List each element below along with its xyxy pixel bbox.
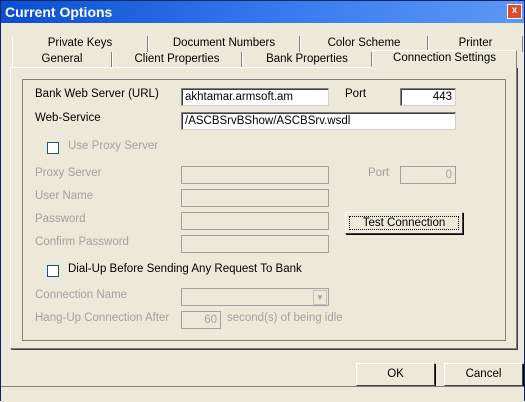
hangup-label: Hang-Up Connection After [35,312,170,324]
tab-bank-properties[interactable]: Bank Properties [242,52,372,68]
tab-general[interactable]: General [12,52,112,68]
password-label: Password [35,213,86,225]
tab-private-keys[interactable]: Private Keys [12,36,148,52]
title-bar[interactable]: Current Options x [1,1,524,23]
proxy-port-input: 0 [400,166,456,184]
connection-name-dropdown: ▼ [181,288,329,306]
tab-client-properties[interactable]: Client Properties [112,52,242,68]
web-service-input[interactable]: /ASCBSrvBShow/ASCBSrv.wsdl [181,112,456,130]
close-icon[interactable]: x [507,4,522,19]
options-window: Current Options x Private Keys Document … [0,0,525,402]
use-proxy-label: Use Proxy Server [68,140,159,152]
tab-panel: Bank Web Server (URL) akhtamar.armsoft.a… [10,67,517,349]
user-name-label: User Name [35,190,94,202]
confirm-password-input [181,235,329,253]
password-input [181,212,329,230]
bank-web-server-label: Bank Web Server (URL) [35,88,159,100]
use-proxy-checkbox[interactable] [47,142,59,154]
port-label: Port [345,88,367,100]
proxy-server-label: Proxy Server [35,167,102,179]
settings-group: Bank Web Server (URL) akhtamar.armsoft.a… [22,79,506,341]
confirm-password-label: Confirm Password [35,236,129,248]
ok-button[interactable]: OK [356,363,435,386]
test-connection-button[interactable]: Test Connection [345,212,463,234]
bank-web-server-input[interactable]: akhtamar.armsoft.am [181,88,329,106]
tab-document-numbers[interactable]: Document Numbers [148,36,300,52]
status-bar [1,386,524,402]
tab-row-front: General Client Properties Bank Propertie… [12,50,517,69]
focus-rect [349,216,459,230]
proxy-port-label: Port [368,167,390,179]
hangup-suffix-label: second(s) of being idle [227,312,343,324]
chevron-down-icon: ▼ [313,290,327,305]
tab-connection-settings[interactable]: Connection Settings [372,50,517,69]
hangup-seconds-input: 60 [181,311,221,329]
proxy-server-input [181,166,329,184]
cancel-button[interactable]: Cancel [444,363,523,386]
connection-name-label: Connection Name [35,289,128,301]
user-name-input [181,189,329,207]
web-service-label: Web-Service [35,112,101,124]
dialup-label: Dial-Up Before Sending Any Request To Ba… [68,263,302,275]
window-title: Current Options [5,4,113,20]
port-input[interactable]: 443 [400,88,456,106]
dialup-checkbox[interactable] [47,265,59,277]
